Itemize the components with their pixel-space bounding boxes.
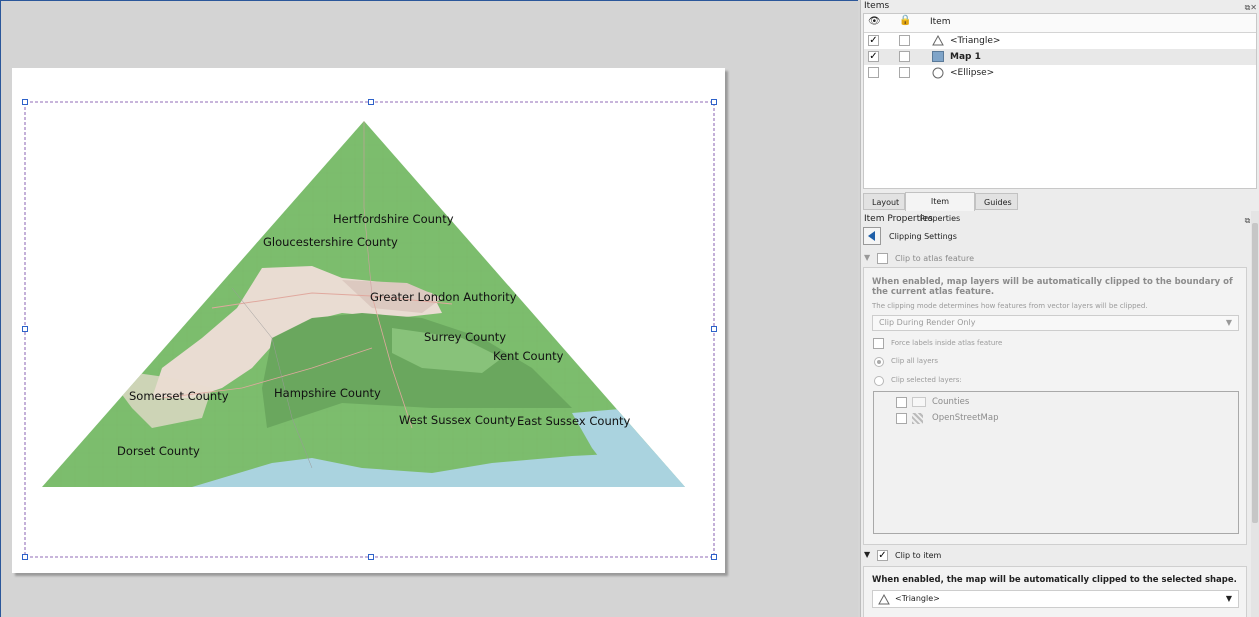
clip-item-description: When enabled, the map will be automatica… — [872, 575, 1237, 585]
clip-item-label: Clip to item — [895, 551, 942, 560]
resize-handle-se[interactable] — [711, 554, 717, 560]
visibility-checkbox-map-1[interactable]: ✓ — [868, 51, 879, 62]
item-properties-titlebar: Item Properties ⧉✕ — [861, 213, 1259, 226]
map-icon — [932, 51, 944, 62]
items-dock-titlebar: Items ⧉✕ — [861, 0, 1259, 13]
layout-canvas[interactable]: Hertfordshire County Gloucestershire Cou… — [0, 0, 858, 617]
layer-label-openstreetmap: OpenStreetMap — [932, 413, 999, 423]
item-label-ellipse: <Ellipse> — [950, 68, 995, 78]
ellipse-icon — [932, 67, 944, 79]
item-label-triangle: <Triangle> — [950, 36, 1001, 46]
items-dock-title: Items — [864, 1, 890, 11]
resize-handle-e[interactable] — [711, 326, 717, 332]
clip-atlas-checkbox[interactable] — [877, 253, 888, 264]
clip-item-checkbox[interactable]: ✓ — [877, 550, 888, 561]
county-label-west-sussex: West Sussex County — [399, 413, 516, 427]
dropdown-arrow-icon-2: ▼ — [1225, 594, 1232, 603]
resize-handle-nw[interactable] — [22, 99, 28, 105]
back-arrow-icon — [868, 231, 875, 241]
resize-handle-w[interactable] — [22, 326, 28, 332]
triangle-shape-icon — [878, 594, 890, 605]
county-label-gloucestershire: Gloucestershire County — [263, 235, 398, 249]
clip-selected-layers-radio[interactable] — [874, 376, 884, 386]
resize-handle-sw[interactable] — [22, 554, 28, 560]
item-column-header[interactable]: Item — [930, 17, 951, 27]
county-label-east-sussex: East Sussex County — [517, 414, 631, 428]
map-item[interactable] — [12, 68, 725, 573]
force-labels-checkbox[interactable] — [873, 338, 884, 349]
items-tree[interactable]: 👁 🔒 Item ✓ <Triangle> ✓ Map 1 <Ellipse> — [863, 13, 1257, 189]
properties-scrollbar-thumb[interactable] — [1252, 223, 1258, 523]
item-row-map-1[interactable]: ✓ Map 1 — [864, 49, 1256, 65]
raster-layer-icon — [912, 413, 923, 424]
item-label-map-1: Map 1 — [950, 52, 981, 62]
clip-item-group: When enabled, the map will be automatica… — [863, 566, 1247, 617]
clipped-map-content — [42, 121, 685, 487]
collapse-arrow-icon[interactable]: ▼ — [864, 253, 870, 262]
lock-checkbox-triangle[interactable] — [899, 35, 910, 46]
clip-shape-value: <Triangle> — [895, 594, 940, 603]
item-row-triangle[interactable]: ✓ <Triangle> — [864, 33, 1256, 49]
collapse-arrow-icon-2[interactable]: ▼ — [864, 550, 870, 559]
item-row-ellipse[interactable]: <Ellipse> — [864, 65, 1256, 81]
visibility-column-eye-icon[interactable]: 👁 — [868, 16, 881, 27]
clip-mode-description: The clipping mode determines how feature… — [872, 302, 1148, 310]
county-label-dorset: Dorset County — [117, 444, 200, 458]
item-properties-title: Item Properties — [864, 214, 933, 224]
clip-selected-layers-label: Clip selected layers: — [891, 376, 962, 384]
clip-item-section-header[interactable]: ▼ ✓ Clip to item — [861, 550, 1259, 562]
layer-checkbox-counties[interactable] — [896, 397, 907, 408]
layer-label-counties: Counties — [932, 397, 970, 407]
lock-column-icon[interactable]: 🔒 — [899, 15, 911, 26]
clip-shape-select[interactable]: <Triangle> ▼ — [872, 590, 1239, 608]
visibility-checkbox-ellipse[interactable] — [868, 67, 879, 78]
clipping-settings-title: Clipping Settings — [889, 232, 957, 241]
tab-guides[interactable]: Guides — [975, 193, 1018, 210]
clip-atlas-section-header[interactable]: ▼ Clip to atlas feature — [861, 253, 1259, 265]
clip-atlas-group: When enabled, map layers will be automat… — [863, 267, 1247, 545]
clip-mode-select[interactable]: Clip During Render Only ▼ — [872, 315, 1239, 331]
clip-atlas-label: Clip to atlas feature — [895, 254, 974, 263]
layout-page: Hertfordshire County Gloucestershire Cou… — [12, 68, 725, 573]
vector-layer-icon — [912, 397, 926, 407]
county-label-hertfordshire: Hertfordshire County — [333, 212, 454, 226]
clip-atlas-description: When enabled, map layers will be automat… — [872, 277, 1233, 297]
tab-item-properties[interactable]: Item Properties — [905, 192, 975, 223]
layer-checkbox-openstreetmap[interactable] — [896, 413, 907, 424]
county-label-somerset: Somerset County — [129, 389, 229, 403]
resize-handle-ne[interactable] — [711, 99, 717, 105]
clip-all-layers-label: Clip all layers — [891, 357, 939, 365]
triangle-icon — [932, 35, 944, 46]
county-label-greater-london: Greater London Authority — [370, 290, 517, 304]
clip-all-layers-radio[interactable] — [874, 357, 884, 367]
right-dock-panel: Items ⧉✕ 👁 🔒 Item ✓ <Triangle> ✓ Map 1 <… — [860, 0, 1259, 617]
county-label-hampshire: Hampshire County — [274, 386, 381, 400]
force-labels-label: Force labels inside atlas feature — [891, 339, 1003, 347]
clip-mode-value: Clip During Render Only — [879, 318, 976, 327]
visibility-checkbox-triangle[interactable]: ✓ — [868, 35, 879, 46]
back-button[interactable] — [863, 227, 881, 245]
lock-checkbox-map-1[interactable] — [899, 51, 910, 62]
resize-handle-n[interactable] — [368, 99, 374, 105]
tab-layout[interactable]: Layout — [863, 193, 905, 210]
county-label-kent: Kent County — [493, 349, 564, 363]
layer-list[interactable]: Counties OpenStreetMap — [873, 391, 1239, 534]
items-tree-header: 👁 🔒 Item — [864, 14, 1256, 33]
county-label-surrey: Surrey County — [424, 330, 507, 344]
dropdown-arrow-icon: ▼ — [1225, 318, 1232, 327]
resize-handle-s[interactable] — [368, 554, 374, 560]
lock-checkbox-ellipse[interactable] — [899, 67, 910, 78]
